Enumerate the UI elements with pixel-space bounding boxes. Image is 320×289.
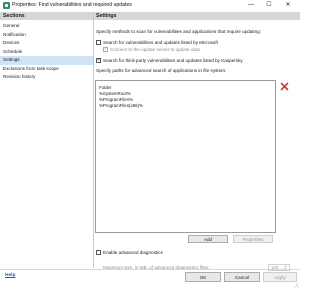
sections-header: Sections — [0, 12, 93, 20]
window-title: Properties: Find vulnerabilities and req… — [12, 2, 132, 8]
scan-microsoft-checkbox[interactable] — [96, 40, 101, 45]
minimize-button[interactable]: — — [244, 1, 258, 10]
delete-x-icon — [280, 82, 289, 91]
scan-methods-caption: Specify methods to scan for vulnerabilit… — [96, 29, 261, 34]
table-row[interactable]: %ProgramFiles% — [99, 97, 133, 102]
spin-arrows-icon: ▲▼ — [284, 264, 287, 271]
table-row[interactable]: %ProgramFiles(x86)% — [99, 103, 143, 108]
sections-title: Sections — [3, 13, 25, 19]
sections-pane: Sections General Notification Devices Sc… — [0, 12, 93, 268]
advanced-diagnostics-checkbox[interactable] — [96, 250, 101, 255]
settings-title: Settings — [96, 13, 117, 19]
resize-grip-icon[interactable] — [294, 283, 299, 288]
table-row[interactable]: %SystemRoot% — [99, 91, 131, 96]
nav-item-devices[interactable]: Devices — [0, 39, 93, 48]
footer-divider — [0, 269, 300, 270]
properties-dialog: Properties: Find vulnerabilities and req… — [0, 0, 300, 289]
nav-item-schedule[interactable]: Schedule — [0, 48, 93, 57]
nav-item-exclusions[interactable]: Exclusions from task scope — [0, 65, 93, 74]
add-button[interactable]: Add — [188, 235, 228, 243]
settings-header: Settings — [94, 12, 300, 20]
scan-third-party-checkbox[interactable] — [96, 57, 101, 63]
cancel-button[interactable]: Cancel — [224, 272, 260, 282]
nav-item-revision-history[interactable]: Revision history — [0, 73, 93, 82]
scan-third-party-label[interactable]: Search for third-party vulnerabilities a… — [103, 58, 243, 63]
help-link[interactable]: Help — [5, 273, 15, 278]
close-button[interactable]: ✕ — [281, 1, 295, 10]
app-icon — [3, 2, 10, 9]
properties-button: Properties — [233, 235, 273, 243]
paths-table[interactable]: Folder %SystemRoot% %ProgramFiles% %Prog… — [95, 80, 276, 233]
nav-item-general[interactable]: General — [0, 22, 93, 31]
scan-microsoft-label[interactable]: Search for vulnerabilities and updates l… — [103, 40, 218, 45]
paths-caption: Specify paths for advanced search of app… — [96, 68, 227, 73]
connect-update-server-checkbox — [103, 46, 108, 52]
ok-button[interactable]: OK — [185, 272, 221, 282]
maximize-button[interactable]: ☐ — [262, 1, 276, 10]
sections-list: General Notification Devices Schedule Se… — [0, 22, 93, 82]
nav-item-settings[interactable]: Settings — [0, 56, 93, 65]
apply-button: Apply — [263, 272, 297, 282]
advanced-diagnostics-label[interactable]: Enable advanced diagnostics — [103, 250, 163, 255]
delete-path-button[interactable] — [280, 82, 289, 91]
title-bar: Properties: Find vulnerabilities and req… — [0, 0, 300, 11]
settings-pane: Settings Specify methods to scan for vul… — [94, 12, 300, 271]
nav-item-notification[interactable]: Notification — [0, 31, 93, 40]
connect-update-server-label: Connect to the update server to update d… — [110, 46, 200, 52]
paths-column-header[interactable]: Folder — [99, 85, 111, 90]
